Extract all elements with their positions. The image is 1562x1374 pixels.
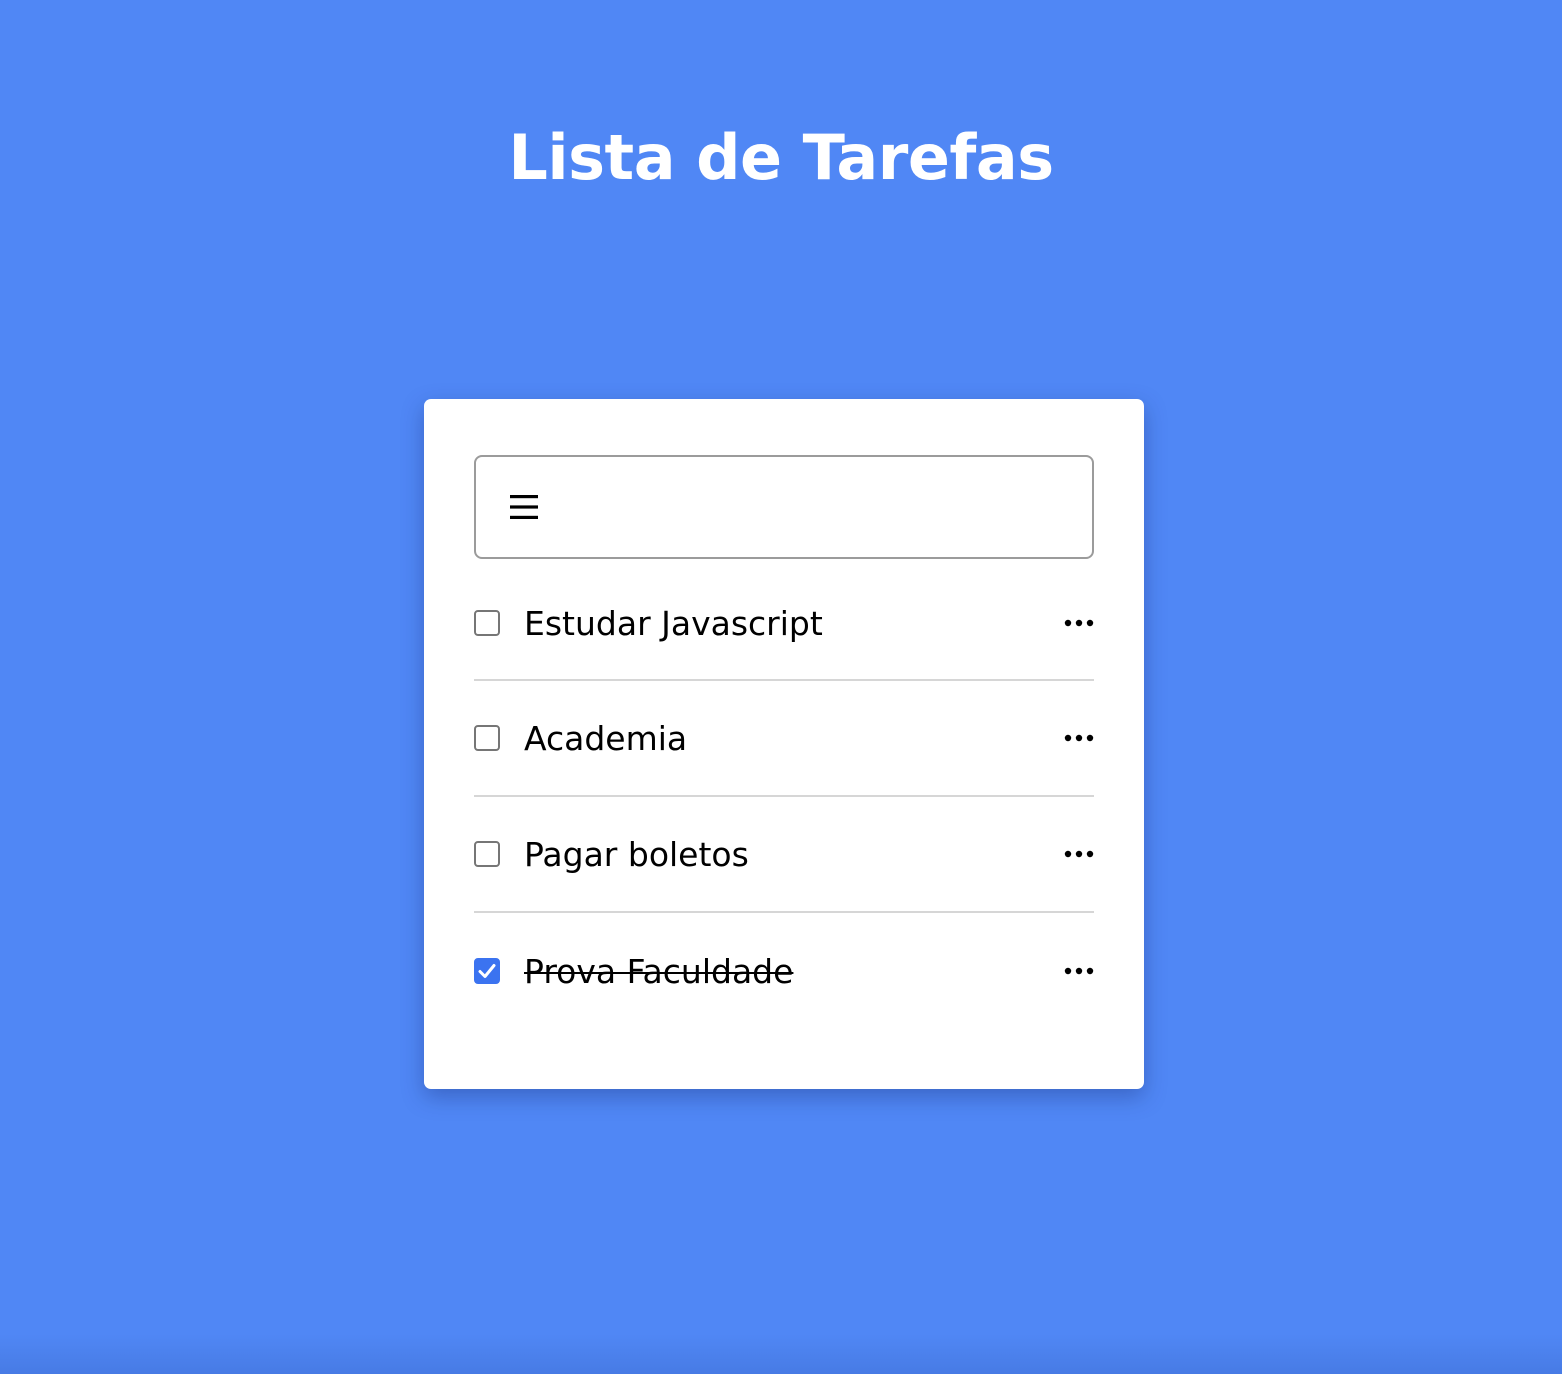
more-horizontal-icon xyxy=(1064,967,1094,975)
more-horizontal-icon xyxy=(1064,619,1094,627)
task-item-0: Estudar Javascript xyxy=(474,567,1094,681)
bottom-shade xyxy=(0,1334,1562,1374)
more-horizontal-icon xyxy=(1064,850,1094,858)
page-title: Lista de Tarefas xyxy=(508,121,1054,194)
task-label-3: Prova Faculdade xyxy=(524,951,794,991)
task-checkbox-0[interactable] xyxy=(474,610,500,636)
more-options-button-1[interactable] xyxy=(1060,723,1094,753)
task-checkbox-1[interactable] xyxy=(474,725,500,751)
more-options-button-0[interactable] xyxy=(1060,608,1094,638)
task-label-1: Academia xyxy=(524,718,688,758)
menu-icon[interactable] xyxy=(506,489,542,525)
more-options-button-3[interactable] xyxy=(1060,956,1094,986)
more-options-button-2[interactable] xyxy=(1060,839,1094,869)
task-item-2: Pagar boletos xyxy=(474,797,1094,913)
todo-card: Estudar Javascript Academia Pagar boleto… xyxy=(424,399,1144,1089)
task-list: Estudar Javascript Academia Pagar boleto… xyxy=(474,567,1094,1029)
task-item-1: Academia xyxy=(474,681,1094,797)
more-horizontal-icon xyxy=(1064,734,1094,742)
task-label-0: Estudar Javascript xyxy=(524,603,823,643)
task-item-3: Prova Faculdade xyxy=(474,913,1094,1029)
task-input-box[interactable] xyxy=(474,455,1094,559)
checkmark-icon xyxy=(478,964,496,978)
task-checkbox-2[interactable] xyxy=(474,841,500,867)
task-checkbox-3[interactable] xyxy=(474,958,500,984)
task-input[interactable] xyxy=(562,476,1072,538)
task-label-2: Pagar boletos xyxy=(524,834,749,874)
